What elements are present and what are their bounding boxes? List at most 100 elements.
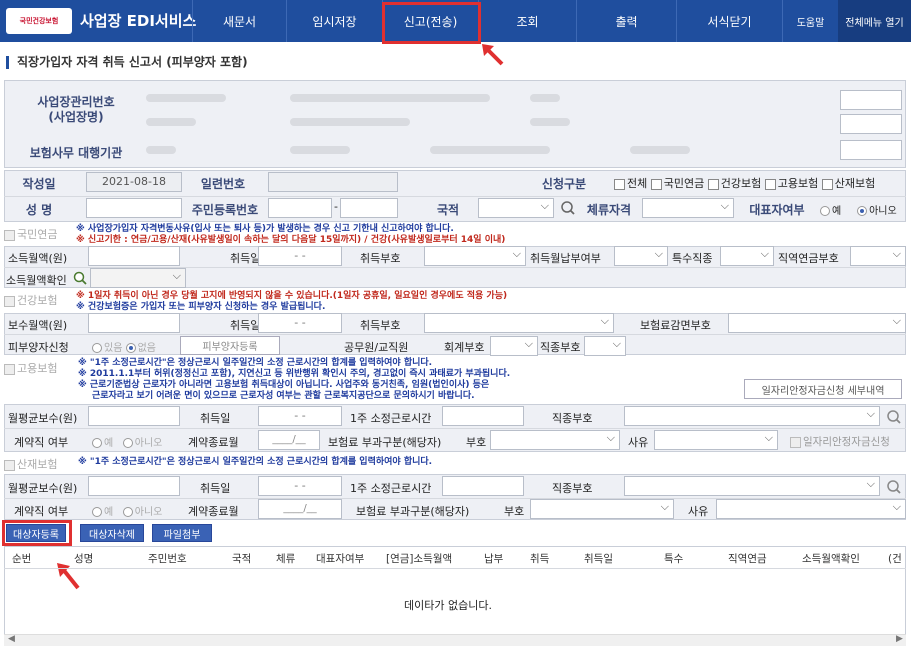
column-header[interactable]: 납부 (484, 551, 503, 566)
masked-text (146, 146, 176, 154)
column-header[interactable]: 직역연금 (728, 551, 767, 566)
acc-contract-yes-radio[interactable]: 예 (92, 507, 113, 518)
search-icon[interactable] (560, 200, 576, 216)
attach-file-button[interactable]: 파일첨부 (152, 524, 212, 542)
masked-text (290, 146, 350, 154)
request-type-options: 전체 국민연금 건강보험 고용보험 산재보험 (614, 175, 906, 191)
acc-avg-wage-input[interactable] (88, 476, 180, 496)
help-button[interactable]: 도움말 (782, 0, 838, 42)
scroll-right-icon[interactable]: ▶ (896, 634, 903, 644)
emp-contract-radio-group: 예 아니오 (92, 434, 162, 449)
pension-income-input[interactable] (88, 246, 180, 266)
column-header[interactable]: [연금]소득월액 (386, 551, 452, 566)
accident-checkbox[interactable]: 산재보험 (4, 456, 57, 472)
nhis-logo: 국민건강보험 (6, 8, 72, 34)
emp-avg-wage-label: 월평균보수(원) (8, 412, 78, 425)
req-health-checkbox[interactable]: 건강보험 (707, 177, 761, 190)
emp-reason-select[interactable] (654, 430, 778, 450)
column-header[interactable]: 국적 (232, 551, 251, 566)
nation-select[interactable] (478, 198, 554, 218)
pension-pay-select[interactable] (614, 246, 668, 266)
employment-note-1: ※ "1주 소정근로시간"은 정상근로시 일주일간의 소정 근로시간의 합계를 … (78, 358, 433, 368)
health-reduce-select[interactable] (728, 313, 906, 333)
health-wage-input[interactable] (88, 313, 180, 333)
pension-acq-code-select[interactable] (424, 246, 526, 266)
delete-subject-button[interactable]: 대상자삭제 (80, 524, 144, 542)
menu-temp-save[interactable]: 임시저장 (286, 0, 382, 42)
request-type-label: 신청구분 (541, 177, 587, 191)
menu-new-document[interactable]: 새문서 (192, 0, 286, 42)
horizontal-scrollbar[interactable] (4, 634, 906, 646)
emp-contract-no-radio[interactable]: 아니오 (122, 438, 162, 449)
emp-end-month-input[interactable]: ____/__ (258, 430, 320, 450)
acc-acq-date-input[interactable]: - - (258, 476, 342, 496)
serial-field[interactable] (268, 172, 398, 192)
health-note-2: ※ 건강보험증은 가입자 또는 피부양자 신청하는 경우 발급됩니다. (76, 302, 326, 312)
dependent-yes-radio[interactable]: 있음 (92, 343, 122, 354)
req-all-checkbox[interactable]: 전체 (614, 177, 647, 190)
menu-inquiry[interactable]: 조회 (478, 0, 576, 42)
column-header[interactable]: 주민번호 (148, 551, 187, 566)
acc-end-month-input[interactable]: ____/__ (258, 499, 342, 519)
pension-special-select[interactable] (720, 246, 774, 266)
acc-reason-select[interactable] (716, 499, 906, 519)
name-input[interactable] (86, 198, 182, 218)
health-acq-code-select[interactable] (424, 313, 614, 333)
health-checkbox[interactable]: 건강보험 (4, 292, 57, 308)
column-header[interactable]: 대표자여부 (316, 551, 364, 566)
pension-income-check-select[interactable] (90, 268, 186, 288)
scroll-left-icon[interactable]: ◀ (8, 634, 15, 644)
emp-avg-wage-input[interactable] (88, 406, 180, 426)
employment-checkbox[interactable]: 고용보험 (4, 360, 57, 376)
search-icon[interactable] (886, 479, 902, 495)
pension-occ-select[interactable] (850, 246, 906, 266)
job-code-select[interactable] (584, 336, 626, 356)
pension-checkbox[interactable]: 국민연금 (4, 226, 57, 242)
date-field[interactable]: 2021-08-18 (86, 172, 182, 192)
employer-field-1[interactable] (840, 90, 902, 110)
employer-field-3[interactable] (840, 140, 902, 160)
acc-contract-no-radio[interactable]: 아니오 (122, 507, 162, 518)
health-acq-date-input[interactable]: - - (258, 313, 342, 333)
job-support-checkbox[interactable]: 일자리안정자금신청 (790, 434, 890, 449)
emp-code-select[interactable] (490, 430, 620, 450)
acc-code-select[interactable] (530, 499, 674, 519)
employer-field-2[interactable] (840, 114, 902, 134)
all-menu-button[interactable]: 전체메뉴 열기 (838, 0, 911, 42)
acc-hours-input[interactable] (442, 476, 524, 496)
rep-yes-radio[interactable]: 예 (820, 206, 841, 217)
column-header[interactable]: 취득 (530, 551, 549, 566)
search-icon[interactable] (886, 409, 902, 425)
column-header[interactable]: (건 (888, 551, 902, 566)
rrn-back-input[interactable] (340, 198, 398, 218)
rrn-front-input[interactable] (268, 198, 332, 218)
column-header[interactable]: 소득월액확인 (802, 551, 860, 566)
stay-select[interactable] (642, 198, 734, 218)
dependent-no-radio[interactable]: 없음 (125, 343, 156, 354)
menu-print[interactable]: 출력 (576, 0, 676, 42)
emp-contract-yes-radio[interactable]: 예 (92, 438, 113, 449)
emp-hours-input[interactable] (442, 406, 524, 426)
req-employment-checkbox[interactable]: 고용보험 (764, 177, 818, 190)
acc-job-code-select[interactable] (624, 476, 880, 496)
column-header[interactable]: 체류 (276, 551, 295, 566)
rep-no-radio[interactable]: 아니오 (857, 206, 897, 217)
acc-end-month-label: 계약종료월 (188, 505, 239, 518)
menu-close-form[interactable]: 서식닫기 (676, 0, 782, 42)
emp-code-label: 부호 (466, 436, 487, 449)
column-header[interactable]: 순번 (12, 551, 31, 566)
column-header[interactable]: 취득일 (584, 551, 613, 566)
column-header[interactable]: 성명 (74, 551, 93, 566)
dependent-register-button[interactable]: 피부양자등록 (180, 336, 280, 355)
emp-acq-date-input[interactable]: - - (258, 406, 342, 426)
job-support-detail-button[interactable]: 일자리안정자금신청 세부내역 (744, 379, 902, 399)
account-code-label: 회계부호 (444, 341, 485, 354)
pension-occ-label: 직역연금부호 (778, 252, 839, 265)
req-pension-checkbox[interactable]: 국민연금 (650, 177, 704, 190)
column-header[interactable]: 특수 (664, 551, 683, 566)
req-accident-checkbox[interactable]: 산재보험 (821, 177, 875, 190)
search-icon[interactable] (73, 271, 87, 285)
emp-job-code-select[interactable] (624, 406, 880, 426)
account-code-select[interactable] (490, 336, 538, 356)
pension-acq-date-input[interactable]: - - (258, 246, 342, 266)
